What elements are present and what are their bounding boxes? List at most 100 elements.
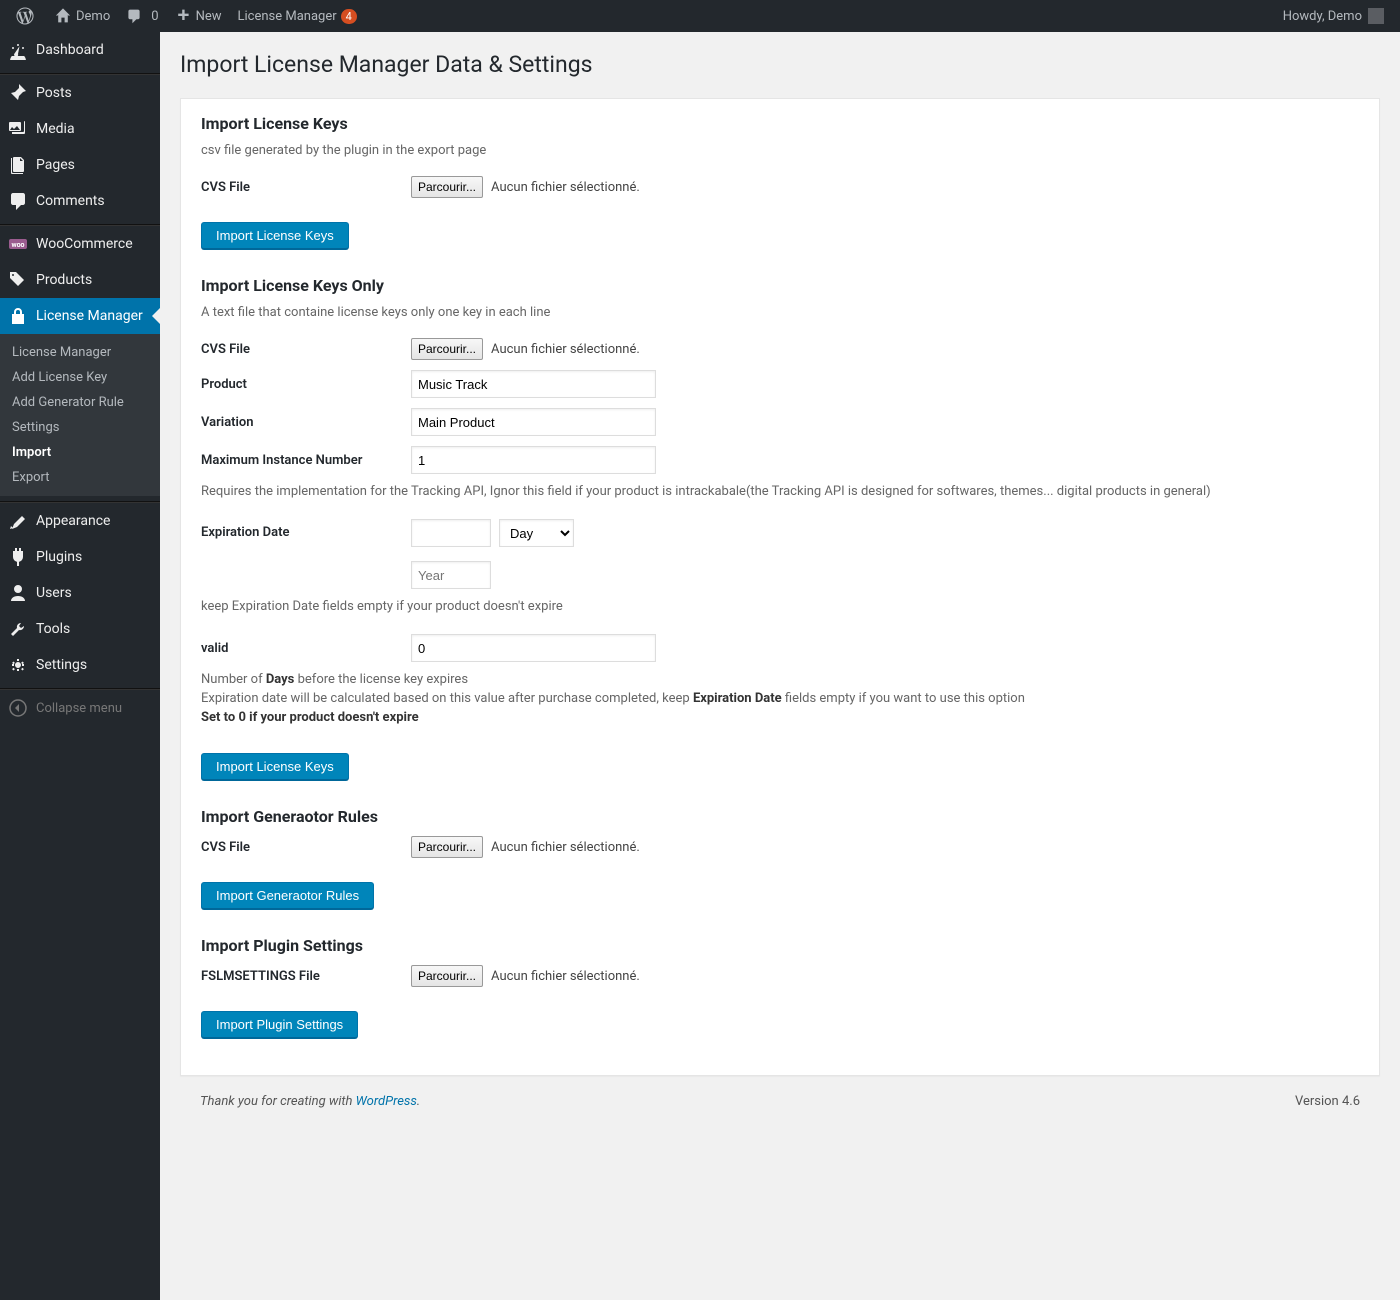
sec2-desc: A text file that containe license keys o…: [201, 305, 1359, 320]
settings-icon: [8, 655, 28, 675]
woo-icon: woo: [8, 234, 28, 254]
menu-dashboard[interactable]: Dashboard: [0, 32, 160, 68]
license-manager-label: License Manager: [238, 9, 337, 24]
variation-input[interactable]: [411, 408, 656, 436]
submenu-import[interactable]: Import: [0, 440, 160, 465]
sec3-import-button[interactable]: Import Generaotor Rules: [201, 882, 374, 909]
submenu-add-generator-rule[interactable]: Add Generator Rule: [0, 390, 160, 415]
page-icon: [8, 155, 28, 175]
sec4-file-label: FSLMSETTINGS File: [201, 969, 411, 984]
menu-plugins-label: Plugins: [36, 549, 82, 565]
sec1-desc: csv file generated by the plugin in the …: [201, 143, 1359, 158]
menu-license-manager[interactable]: License Manager: [0, 298, 160, 334]
wp-logo[interactable]: [8, 0, 47, 32]
sec2-nofile-text: Aucun fichier sélectionné.: [491, 342, 640, 357]
sec2-exp-label: Expiration Date: [201, 519, 411, 540]
submenu-add-license-key[interactable]: Add License Key: [0, 365, 160, 390]
user-greeting[interactable]: Howdy, Demo: [1275, 0, 1392, 32]
exp-year-input[interactable]: [411, 561, 491, 589]
sec3-cvs-label: CVS File: [201, 840, 411, 855]
new-link[interactable]: New: [167, 0, 230, 32]
sec2-valid-hint3: Set to 0 if your product doesn't expire: [201, 710, 1359, 725]
maxinst-input[interactable]: [411, 446, 656, 474]
sec4-file-row: FSLMSETTINGS File Parcourir... Aucun fic…: [201, 965, 1359, 987]
admin-footer: Thank you for creating with WordPress. V…: [180, 1076, 1380, 1127]
menu-products[interactable]: Products: [0, 262, 160, 298]
wordpress-icon: [16, 7, 34, 25]
sec2-maxinst-row: Maximum Instance Number: [201, 446, 1359, 474]
license-manager-badge: 4: [341, 9, 357, 24]
sec2-valid-hint2: Expiration date will be calculated based…: [201, 691, 1359, 706]
footer-thanks: Thank you for creating with WordPress.: [200, 1094, 420, 1109]
menu-appearance-label: Appearance: [36, 513, 110, 529]
sec1-import-button[interactable]: Import License Keys: [201, 222, 349, 249]
menu-appearance[interactable]: Appearance: [0, 503, 160, 539]
products-icon: [8, 270, 28, 290]
menu-plugins[interactable]: Plugins: [0, 539, 160, 575]
sec2-maxinst-hint: Requires the implementation for the Trac…: [201, 484, 1359, 499]
sec2-import-button[interactable]: Import License Keys: [201, 753, 349, 780]
admin-menu: Dashboard Posts Media Pages Comments woo…: [0, 32, 160, 1300]
svg-text:woo: woo: [11, 241, 24, 249]
submenu-export[interactable]: Export: [0, 465, 160, 490]
sec2-cvs-label: CVS File: [201, 342, 411, 357]
license-manager-link[interactable]: License Manager 4: [230, 0, 365, 32]
sec2-maxinst-label: Maximum Instance Number: [201, 453, 411, 468]
sec2-cvs-row: CVS File Parcourir... Aucun fichier séle…: [201, 338, 1359, 360]
admin-bar-left: Demo 0 New License Manager 4: [8, 0, 365, 32]
submenu-license-manager[interactable]: License Manager: [0, 340, 160, 365]
dashboard-icon: [8, 40, 28, 60]
exp-month-input[interactable]: [411, 519, 491, 547]
sec2-variation-row: Variation: [201, 408, 1359, 436]
admin-bar: Demo 0 New License Manager 4 Howdy, Demo: [0, 0, 1400, 32]
tools-icon: [8, 619, 28, 639]
valid-input[interactable]: [411, 634, 656, 662]
avatar: [1368, 8, 1384, 24]
menu-products-label: Products: [36, 272, 92, 288]
collapse-icon: [8, 698, 28, 718]
pin-icon: [8, 83, 28, 103]
sec2-browse-button[interactable]: Parcourir...: [411, 338, 483, 360]
sec4-browse-button[interactable]: Parcourir...: [411, 965, 483, 987]
new-label: New: [196, 9, 222, 24]
menu-users[interactable]: Users: [0, 575, 160, 611]
sec1-cvs-row: CVS File Parcourir... Aucun fichier séle…: [201, 176, 1359, 198]
footer-version: Version 4.6: [1295, 1094, 1360, 1109]
menu-woocommerce[interactable]: woo WooCommerce: [0, 226, 160, 262]
greeting-text: Howdy, Demo: [1283, 9, 1362, 24]
wordpress-link[interactable]: WordPress: [356, 1094, 417, 1109]
menu-settings[interactable]: Settings: [0, 647, 160, 683]
menu-woocommerce-label: WooCommerce: [36, 236, 133, 252]
menu-posts[interactable]: Posts: [0, 75, 160, 111]
sec3-browse-button[interactable]: Parcourir...: [411, 836, 483, 858]
comments-link[interactable]: 0: [118, 0, 166, 32]
menu-tools[interactable]: Tools: [0, 611, 160, 647]
sec4-import-button[interactable]: Import Plugin Settings: [201, 1011, 358, 1038]
menu-pages-label: Pages: [36, 157, 75, 173]
exp-day-select[interactable]: Day: [499, 519, 574, 547]
menu-media[interactable]: Media: [0, 111, 160, 147]
site-name[interactable]: Demo: [47, 0, 118, 32]
page-title: Import License Manager Data & Settings: [180, 42, 1380, 98]
collapse-menu[interactable]: Collapse menu: [0, 690, 160, 726]
sec2-valid-row: valid: [201, 634, 1359, 662]
users-icon: [8, 583, 28, 603]
menu-tools-label: Tools: [36, 621, 70, 637]
menu-media-label: Media: [36, 121, 75, 137]
import-panel: Import License Keys csv file generated b…: [180, 98, 1380, 1076]
product-input[interactable]: [411, 370, 656, 398]
menu-users-label: Users: [36, 585, 72, 601]
menu-comments[interactable]: Comments: [0, 183, 160, 219]
menu-license-manager-label: License Manager: [36, 308, 143, 324]
sec1-browse-button[interactable]: Parcourir...: [411, 176, 483, 198]
menu-settings-label: Settings: [36, 657, 87, 673]
menu-posts-label: Posts: [36, 85, 72, 101]
media-icon: [8, 119, 28, 139]
menu-pages[interactable]: Pages: [0, 147, 160, 183]
submenu-settings[interactable]: Settings: [0, 415, 160, 440]
home-icon: [55, 8, 71, 24]
sec2-exp-hint: keep Expiration Date fields empty if you…: [201, 599, 1359, 614]
appearance-icon: [8, 511, 28, 531]
sec3-cvs-row: CVS File Parcourir... Aucun fichier séle…: [201, 836, 1359, 858]
comment-icon: [126, 8, 142, 24]
